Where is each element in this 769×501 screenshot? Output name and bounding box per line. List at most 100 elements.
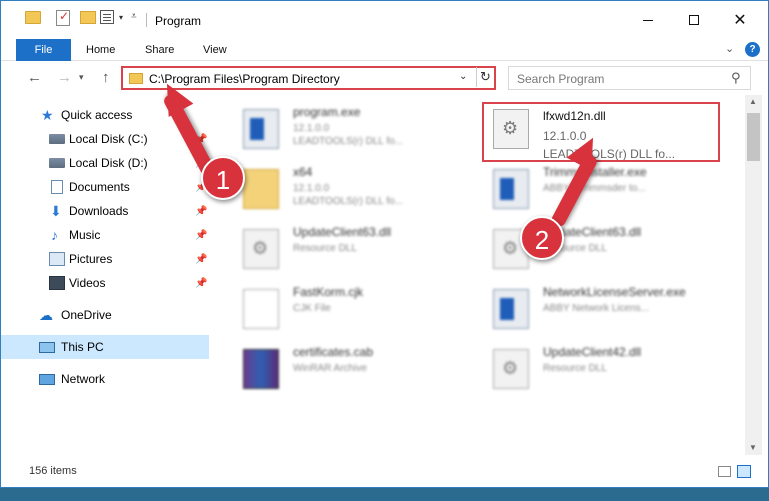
refresh-icon[interactable]: ↻: [476, 67, 494, 87]
drive-icon: [49, 134, 65, 144]
scroll-up-icon[interactable]: ▲: [749, 97, 757, 106]
dll-icon: [243, 229, 279, 269]
tiles-view-icon[interactable]: [737, 465, 751, 478]
sidebar-item-label: Quick access: [61, 108, 133, 122]
document-icon: [51, 180, 63, 194]
pin-icon[interactable]: 📌: [195, 206, 207, 217]
download-icon: ⬇: [50, 202, 62, 219]
pin-icon[interactable]: 📌: [195, 254, 207, 265]
search-input[interactable]: Search Program ⚲: [508, 66, 751, 90]
sidebar-item-label: Downloads: [69, 204, 129, 218]
star-icon: ★: [41, 107, 54, 123]
tab-share[interactable]: Share: [145, 39, 174, 61]
file-description: LEADTOOLS(r) DLL fo...: [293, 196, 404, 207]
search-placeholder: Search Program: [517, 72, 605, 86]
sidebar-item-this-pc[interactable]: This PC: [1, 335, 209, 359]
tab-home[interactable]: Home: [86, 39, 115, 61]
exe-icon: [493, 289, 529, 329]
sidebar-item-label: This PC: [61, 340, 104, 354]
navigation-pane: ★ Quick access Local Disk (C:) 📌 Local D…: [1, 95, 213, 455]
file-name: NetworkLicenseServer.exe: [543, 285, 686, 299]
folder-icon: [129, 73, 143, 84]
folder-icon[interactable]: [25, 11, 41, 24]
recent-locations-icon[interactable]: ▾: [79, 72, 84, 83]
file-name: certificates.cab: [293, 345, 374, 359]
file-version: 12.1.0.0: [293, 123, 330, 134]
title-bar: ▾ ⩡ Program ✕: [1, 1, 768, 39]
file-item[interactable]: certificates.cab WinRAR Archive: [235, 341, 485, 399]
file-description: Resource DLL: [543, 363, 607, 374]
file-description: LEADTOOLS(r) DLL fo...: [293, 136, 404, 147]
file-name: FastKorm.cjk: [293, 285, 364, 299]
file-name: TrimmsInstaller.exe: [543, 165, 647, 179]
file-item[interactable]: FastKorm.cjk CJK File: [235, 281, 485, 339]
sidebar-item-network[interactable]: Network: [1, 367, 209, 391]
explorer-window: ▾ ⩡ Program ✕ File Home Share View ⌄ ? ←…: [0, 0, 769, 488]
tab-file[interactable]: File: [16, 39, 71, 61]
sidebar-item-label: Videos: [69, 276, 106, 290]
scroll-thumb[interactable]: [747, 113, 760, 161]
maximize-button[interactable]: [671, 1, 717, 39]
pin-icon[interactable]: 📌: [195, 278, 207, 289]
customize-list-icon[interactable]: [100, 10, 114, 24]
sidebar-item-pictures[interactable]: Pictures 📌: [1, 247, 209, 271]
sidebar-item-downloads[interactable]: ⬇ Downloads 📌: [1, 199, 209, 223]
sidebar-item-label: Documents: [69, 180, 130, 194]
file-item[interactable]: program.exe 12.1.0.0 LEADTOOLS(r) DLL fo…: [235, 101, 485, 159]
sidebar-item-label: Network: [61, 372, 106, 386]
tab-view[interactable]: View: [203, 39, 227, 61]
step-1-badge: 1: [201, 156, 245, 200]
sidebar-item-local-disk-c[interactable]: Local Disk (C:) 📌: [1, 127, 209, 151]
vertical-scrollbar[interactable]: ▲ ▼: [745, 95, 762, 455]
file-item[interactable]: UpdateClient63.dll Resource DLL: [235, 221, 485, 279]
new-folder-icon[interactable]: [80, 11, 96, 24]
minimize-icon: [643, 19, 653, 21]
forward-arrow-icon[interactable]: →: [57, 69, 72, 86]
file-item[interactable]: TrimmsInstaller.exe ABBYY Trimmsder to..…: [485, 161, 735, 219]
sidebar-item-local-disk-d[interactable]: Local Disk (D:) 📌: [1, 151, 209, 175]
sidebar-item-onedrive[interactable]: ☁ OneDrive: [1, 303, 209, 327]
sidebar-item-label: OneDrive: [61, 308, 112, 322]
highlight-box: [482, 102, 720, 162]
chevron-down-icon[interactable]: ⌄: [459, 71, 467, 82]
ribbon-tabs: File Home Share View ⌄ ?: [1, 39, 768, 61]
file-name: x64: [293, 165, 313, 179]
step-2-badge: 2: [520, 216, 564, 260]
sidebar-item-label: Local Disk (D:): [69, 156, 148, 170]
file-description: Resource DLL: [293, 243, 357, 254]
computer-icon: [39, 341, 55, 353]
back-arrow-icon[interactable]: ←: [27, 69, 42, 86]
archive-icon: [243, 349, 279, 389]
help-icon[interactable]: ?: [745, 42, 760, 57]
pin-icon[interactable]: 📌: [195, 230, 207, 241]
expand-ribbon-icon[interactable]: ⌄: [725, 42, 734, 55]
scroll-down-icon[interactable]: ▼: [749, 443, 757, 452]
sidebar-item-label: Local Disk (C:): [69, 132, 148, 146]
file-list: program.exe 12.1.0.0 LEADTOOLS(r) DLL fo…: [213, 95, 745, 455]
file-item[interactable]: UpdateClient42.dll Resource DLL: [485, 341, 735, 399]
item-count: 156 items: [29, 465, 77, 477]
search-icon[interactable]: ⚲: [731, 70, 741, 86]
window-title: Program: [155, 14, 202, 28]
file-item[interactable]: x64 12.1.0.0 LEADTOOLS(r) DLL fo...: [235, 161, 485, 219]
details-view-icon[interactable]: [718, 466, 731, 477]
minimize-button[interactable]: [625, 1, 671, 39]
up-arrow-icon[interactable]: ↑: [102, 69, 110, 86]
sidebar-item-music[interactable]: ♪ Music 📌: [1, 223, 209, 247]
close-icon: ✕: [733, 12, 747, 29]
sidebar-item-videos[interactable]: Videos 📌: [1, 271, 209, 295]
chevron-down-icon[interactable]: ▾: [119, 13, 123, 22]
file-name: UpdateClient42.dll: [543, 345, 642, 359]
quick-access-menu-icon[interactable]: ⩡: [131, 11, 137, 22]
file-description: ABBY Network Licens...: [543, 303, 649, 314]
close-button[interactable]: ✕: [717, 1, 763, 39]
file-item[interactable]: NetworkLicenseServer.exe ABBY Network Li…: [485, 281, 735, 339]
video-icon: [49, 276, 65, 290]
file-description: ABBYY Trimmsder to...: [543, 183, 646, 194]
sidebar-item-documents[interactable]: Documents 📌: [1, 175, 209, 199]
exe-icon: [493, 169, 529, 209]
properties-check-icon[interactable]: [56, 9, 70, 26]
pictures-icon: [49, 252, 65, 266]
status-bar: 156 items: [1, 455, 768, 487]
exe-icon: [243, 109, 279, 149]
